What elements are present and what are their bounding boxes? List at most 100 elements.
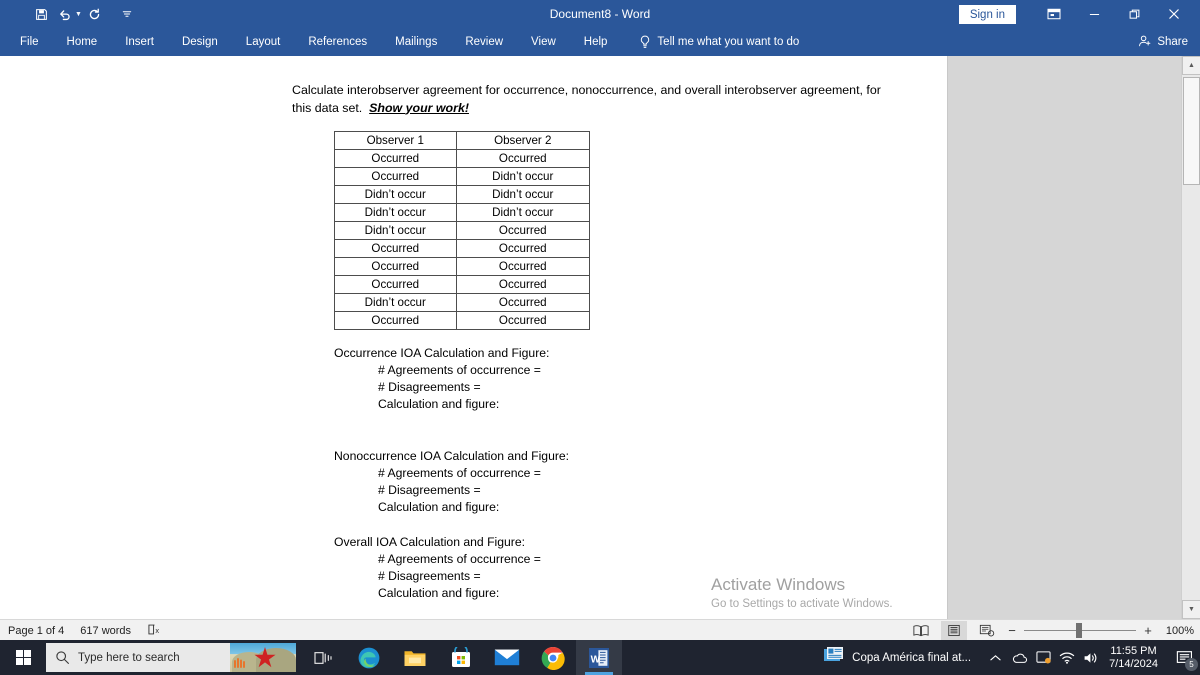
section-heading: Nonoccurrence IOA Calculation and Figure… bbox=[334, 449, 570, 463]
column-header-observer-2: Observer 2 bbox=[455, 131, 591, 150]
cell-observer-1: Didn’t occur bbox=[334, 293, 457, 312]
coral-icon bbox=[233, 654, 247, 668]
tab-file[interactable]: File bbox=[6, 28, 53, 56]
microsoft-store-icon[interactable] bbox=[438, 640, 484, 675]
search-highlight-thumbnail-icon[interactable] bbox=[230, 643, 296, 672]
microsoft-word-icon[interactable]: W bbox=[576, 640, 622, 675]
section-line: # Agreements of occurrence = bbox=[378, 552, 541, 566]
cell-observer-2: Occurred bbox=[455, 293, 591, 312]
tab-insert[interactable]: Insert bbox=[111, 28, 168, 56]
action-center-sync-icon[interactable] bbox=[1031, 640, 1055, 675]
lightbulb-icon bbox=[639, 35, 651, 49]
cell-observer-1: Occurred bbox=[334, 311, 457, 330]
section-line: Calculation and figure: bbox=[378, 500, 500, 514]
tab-design[interactable]: Design bbox=[168, 28, 232, 56]
cell-observer-1: Didn’t occur bbox=[334, 221, 457, 240]
cell-observer-2: Occurred bbox=[455, 257, 591, 276]
tell-me-search[interactable]: Tell me what you want to do bbox=[621, 28, 809, 56]
ribbon-tab-bar: File Home Insert Design Layout Reference… bbox=[0, 28, 1200, 56]
zoom-slider-thumb[interactable] bbox=[1076, 623, 1082, 638]
google-chrome-icon[interactable] bbox=[530, 640, 576, 675]
ribbon-tabs: File Home Insert Design Layout Reference… bbox=[6, 28, 809, 56]
show-hidden-icons-chevron-icon[interactable] bbox=[983, 640, 1007, 675]
sign-in-button[interactable]: Sign in bbox=[958, 4, 1016, 24]
restore-button[interactable] bbox=[1114, 0, 1154, 28]
svg-text:x: x bbox=[155, 625, 159, 634]
cell-observer-2: Occurred bbox=[455, 221, 591, 240]
tab-layout[interactable]: Layout bbox=[232, 28, 295, 56]
network-wifi-icon[interactable] bbox=[1055, 640, 1079, 675]
observer-data-table: Observer 1 Observer 2 Occurred Occurred O… bbox=[334, 131, 591, 330]
volume-icon[interactable] bbox=[1079, 640, 1103, 675]
tab-references[interactable]: References bbox=[294, 28, 381, 56]
section-line: Calculation and figure: bbox=[378, 586, 500, 600]
microsoft-edge-icon[interactable] bbox=[346, 640, 392, 675]
print-layout-view-button[interactable] bbox=[941, 621, 967, 640]
table-row: Didn’t occur Occurred bbox=[334, 221, 591, 240]
notification-center-button[interactable]: 5 bbox=[1168, 640, 1200, 675]
document-page[interactable]: Calculate interobserver agreement for oc… bbox=[236, 56, 948, 619]
zoom-out-button[interactable]: − bbox=[1007, 623, 1017, 638]
zoom-slider[interactable] bbox=[1024, 621, 1136, 640]
cell-observer-2: Didn’t occur bbox=[455, 203, 591, 222]
scroll-down-button[interactable]: ▼ bbox=[1182, 600, 1200, 619]
taskbar-app-icons: W bbox=[300, 640, 622, 675]
mail-icon[interactable] bbox=[484, 640, 530, 675]
clock-time: 11:55 PM bbox=[1110, 644, 1157, 657]
nonoccurrence-ioa-section: Nonoccurrence IOA Calculation and Figure… bbox=[334, 448, 569, 516]
zoom-in-button[interactable]: + bbox=[1143, 623, 1153, 638]
prompt-line-1: Calculate interobserver agreement for oc… bbox=[292, 83, 863, 97]
close-button[interactable] bbox=[1154, 0, 1194, 28]
ribbon-display-options-icon[interactable] bbox=[1034, 0, 1074, 28]
vertical-scrollbar[interactable]: ▲ ▼ bbox=[1181, 56, 1200, 619]
scroll-up-button[interactable]: ▲ bbox=[1182, 56, 1200, 75]
right-margin-area bbox=[949, 56, 1181, 619]
table-row: Didn’t occur Didn’t occur bbox=[334, 185, 591, 204]
table-row: Occurred Occurred bbox=[334, 275, 591, 294]
page-indicator[interactable]: Page 1 of 4 bbox=[8, 625, 64, 637]
overall-ioa-section: Overall IOA Calculation and Figure: # Ag… bbox=[334, 534, 541, 602]
taskbar-search-box[interactable]: Type here to search bbox=[46, 643, 296, 672]
taskbar-clock[interactable]: 11:55 PM 7/14/2024 bbox=[1103, 645, 1168, 671]
tab-review[interactable]: Review bbox=[451, 28, 517, 56]
search-input[interactable]: Type here to search bbox=[78, 652, 230, 664]
news-headline[interactable]: Copa América final at... bbox=[852, 652, 971, 664]
table-row: Occurred Didn’t occur bbox=[334, 167, 591, 186]
cell-observer-1: Occurred bbox=[334, 257, 457, 276]
section-line: Calculation and figure: bbox=[378, 397, 500, 411]
system-tray: Copa América final at... 11:55 PM 7/14/2… bbox=[823, 640, 1200, 675]
minimize-button[interactable] bbox=[1074, 0, 1114, 28]
zoom-level-label[interactable]: 100% bbox=[1160, 625, 1194, 637]
onedrive-icon[interactable] bbox=[1007, 640, 1031, 675]
web-layout-view-button[interactable] bbox=[974, 621, 1000, 640]
start-button[interactable] bbox=[0, 640, 46, 675]
task-view-icon[interactable] bbox=[300, 640, 346, 675]
table-row: Didn’t occur Occurred bbox=[334, 293, 591, 312]
read-mode-view-button[interactable] bbox=[908, 621, 934, 640]
column-header-observer-1: Observer 1 bbox=[334, 131, 457, 150]
table-row: Occurred Occurred bbox=[334, 311, 591, 330]
document-body[interactable]: Calculate interobserver agreement for oc… bbox=[236, 56, 948, 619]
cell-observer-1: Occurred bbox=[334, 275, 457, 294]
share-person-icon bbox=[1138, 34, 1152, 51]
cell-observer-2: Occurred bbox=[455, 275, 591, 294]
share-button[interactable]: Share bbox=[1138, 28, 1188, 56]
section-line: # Agreements of occurrence = bbox=[378, 363, 541, 377]
tab-view[interactable]: View bbox=[517, 28, 570, 56]
share-label: Share bbox=[1157, 36, 1188, 48]
proofing-errors-icon[interactable]: x bbox=[147, 623, 162, 639]
notification-count-badge: 5 bbox=[1185, 658, 1198, 671]
scrollbar-thumb[interactable] bbox=[1183, 77, 1200, 185]
tab-help[interactable]: Help bbox=[570, 28, 622, 56]
news-icon bbox=[823, 646, 845, 669]
tab-mailings[interactable]: Mailings bbox=[381, 28, 451, 56]
word-count[interactable]: 617 words bbox=[80, 625, 131, 637]
table-row: Occurred Occurred bbox=[334, 239, 591, 258]
file-explorer-icon[interactable] bbox=[392, 640, 438, 675]
tab-home[interactable]: Home bbox=[53, 28, 112, 56]
tell-me-label: Tell me what you want to do bbox=[657, 36, 800, 48]
table-row: Didn’t occur Didn’t occur bbox=[334, 203, 591, 222]
news-and-interests-widget[interactable]: Copa América final at... bbox=[823, 646, 983, 669]
title-bar: ▼ Document8 - Word Sign in bbox=[0, 0, 1200, 28]
left-margin-area bbox=[0, 56, 236, 619]
